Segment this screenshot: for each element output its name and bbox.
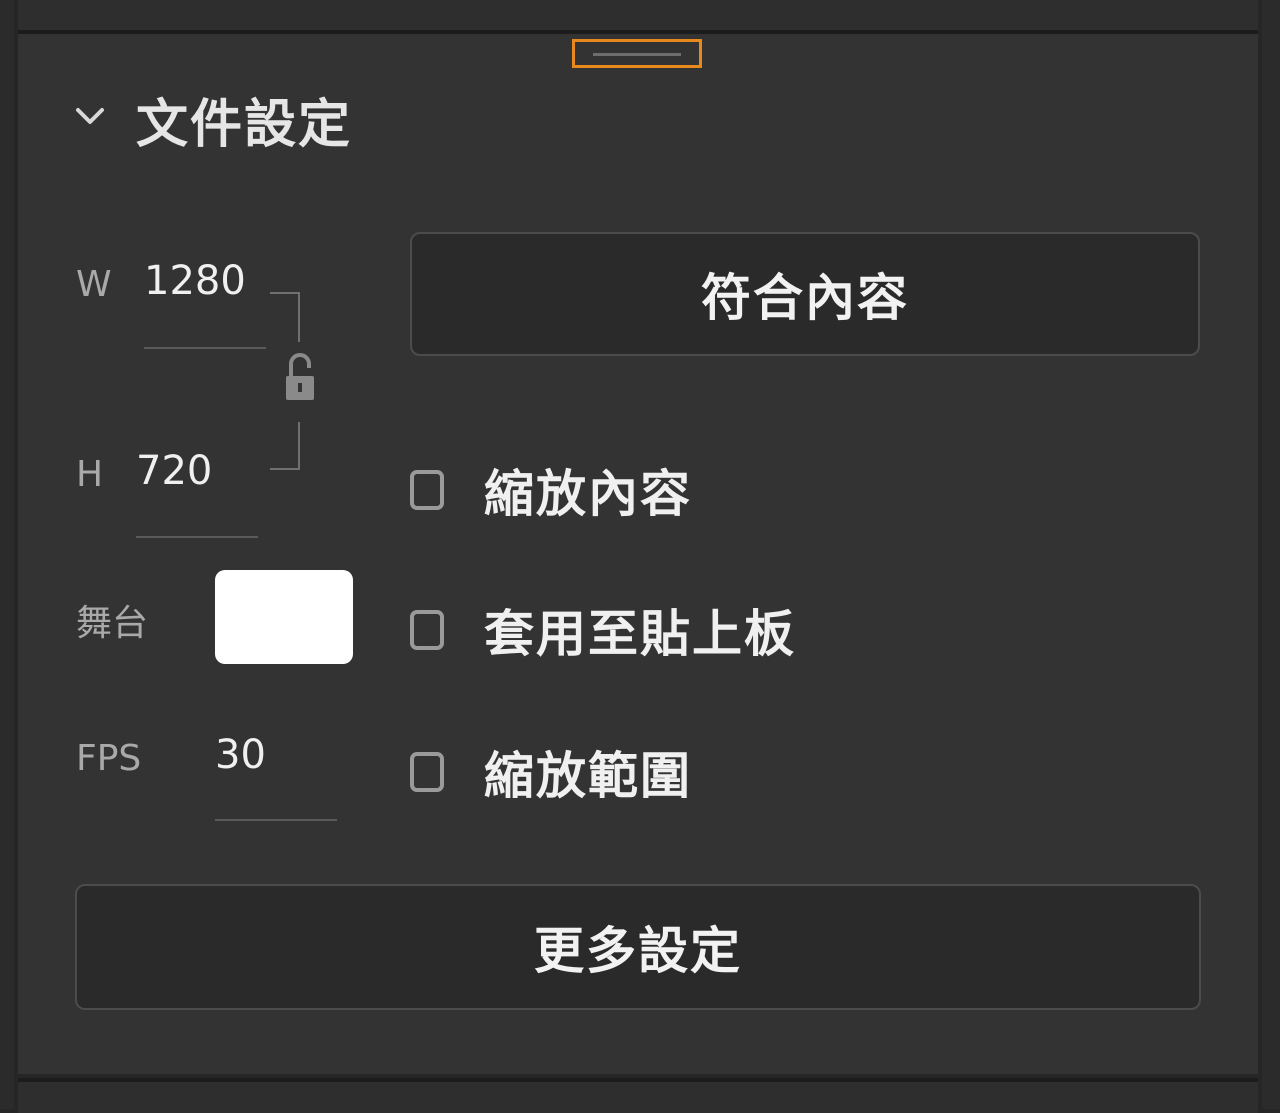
link-bracket-top-vertical xyxy=(298,292,300,342)
right-edge-scrollbar[interactable] xyxy=(1262,0,1280,1109)
link-bracket-bottom xyxy=(270,468,300,470)
stage-color-swatch[interactable] xyxy=(215,570,353,664)
scale-content-option[interactable]: 縮放內容 xyxy=(410,454,692,526)
chevron-down-icon[interactable] xyxy=(70,96,110,136)
fps-underline xyxy=(215,819,337,821)
apply-to-pasteboard-label[interactable]: 套用至貼上板 xyxy=(484,594,796,666)
scale-content-label[interactable]: 縮放內容 xyxy=(484,454,692,526)
apply-to-pasteboard-checkbox[interactable] xyxy=(410,610,444,650)
fit-content-button[interactable]: 符合內容 xyxy=(410,232,1200,356)
next-panel xyxy=(18,1078,1258,1113)
previous-panel xyxy=(18,0,1258,34)
stage-label: 舞台 xyxy=(76,603,149,644)
document-settings-panel: 文件設定 W 1280 H 720 舞台 FPS 30 符合內容 縮放內容 套用… xyxy=(18,34,1258,1074)
link-bracket-bottom-vertical xyxy=(298,422,300,470)
width-label: W xyxy=(76,264,112,305)
scale-range-label[interactable]: 縮放範圍 xyxy=(484,736,692,808)
more-settings-button[interactable]: 更多設定 xyxy=(75,884,1201,1010)
scale-content-checkbox[interactable] xyxy=(410,470,444,510)
panel-drag-handle[interactable] xyxy=(572,39,702,68)
height-input[interactable]: 720 xyxy=(136,448,212,494)
scale-range-option[interactable]: 縮放範圍 xyxy=(410,736,692,808)
height-underline xyxy=(136,536,258,538)
section-title[interactable]: 文件設定 xyxy=(136,82,352,157)
width-underline xyxy=(144,347,266,349)
height-label: H xyxy=(76,454,104,495)
unlock-icon[interactable] xyxy=(283,350,317,404)
fps-input[interactable]: 30 xyxy=(215,732,266,778)
scale-range-checkbox[interactable] xyxy=(410,752,444,792)
left-edge xyxy=(0,0,14,1109)
width-input[interactable]: 1280 xyxy=(144,258,246,304)
grip-icon xyxy=(593,53,681,56)
fps-label: FPS xyxy=(76,738,142,779)
link-bracket-top xyxy=(270,292,300,294)
apply-to-pasteboard-option[interactable]: 套用至貼上板 xyxy=(410,594,796,666)
